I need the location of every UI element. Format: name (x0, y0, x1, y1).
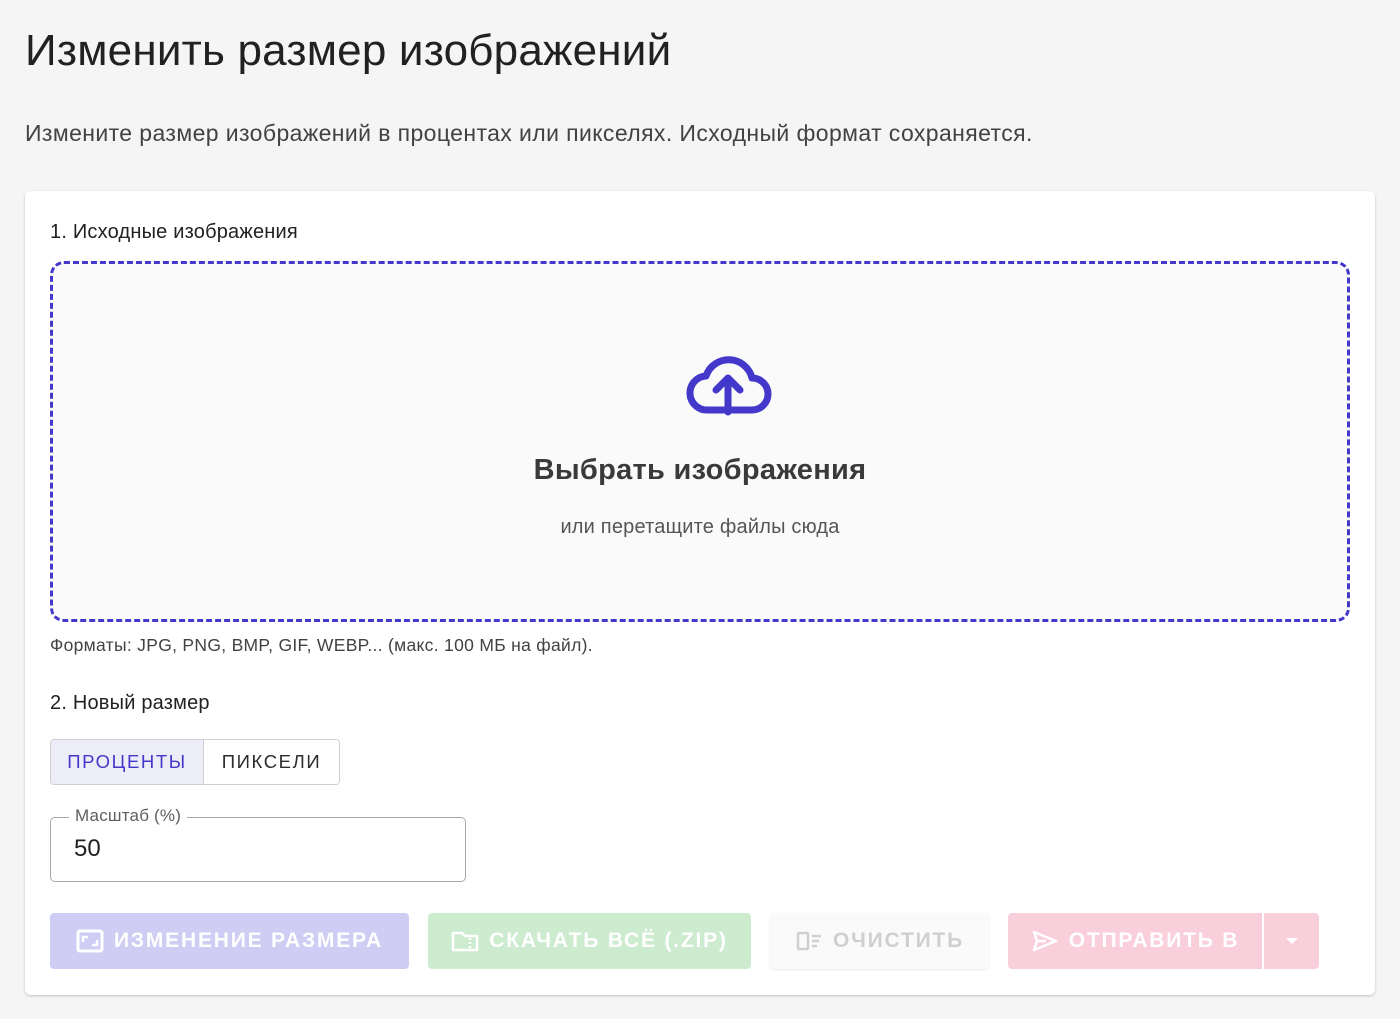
scale-field-label: Масштаб (%) (69, 806, 188, 826)
folder-zip-icon (452, 931, 479, 952)
size-mode-toggle: ПРОЦЕНТЫ ПИКСЕЛИ (50, 739, 340, 785)
caret-down-icon (1285, 938, 1298, 944)
image-dropzone[interactable]: Выбрать изображения или перетащите файлы… (50, 261, 1350, 622)
resize-button[interactable]: ИЗМЕНЕНИЕ РАЗМЕРА (50, 913, 409, 969)
cloud-upload-icon (686, 356, 772, 416)
download-zip-label: СКАЧАТЬ ВСЁ (.ZIP) (489, 929, 728, 952)
send-icon (1032, 930, 1057, 952)
scale-field[interactable]: Масштаб (%) 50 (50, 806, 466, 882)
resize-card: 1. Исходные изображения Выбрать изображе… (25, 191, 1375, 995)
download-zip-button[interactable]: СКАЧАТЬ ВСЁ (.ZIP) (428, 913, 751, 969)
formats-note: Форматы: JPG, PNG, BMP, GIF, WEBP... (ма… (50, 635, 593, 655)
page-title: Изменить размер изображений (25, 26, 672, 75)
clear-list-icon (796, 931, 821, 951)
send-to-menu-button[interactable] (1263, 913, 1319, 969)
send-to-button[interactable]: ОТПРАВИТЬ В (1008, 913, 1262, 969)
mode-pixels-button[interactable]: ПИКСЕЛИ (204, 740, 339, 784)
page-subtitle: Измените размер изображений в процентах … (25, 120, 1033, 146)
section-title-source: 1. Исходные изображения (50, 221, 298, 243)
dropzone-subtitle: или перетащите файлы сюда (560, 516, 840, 538)
clear-button[interactable]: ОЧИСТИТЬ (770, 913, 989, 969)
scale-input[interactable]: 50 (74, 835, 101, 863)
page: Изменить размер изображений Измените раз… (0, 0, 1400, 1019)
send-to-label: ОТПРАВИТЬ В (1068, 929, 1240, 952)
dropzone-title: Выбрать изображения (533, 454, 867, 486)
resize-button-label: ИЗМЕНЕНИЕ РАЗМЕРА (114, 929, 383, 952)
mode-percent-button[interactable]: ПРОЦЕНТЫ (51, 740, 204, 784)
section-title-size: 2. Новый размер (50, 692, 210, 714)
clear-button-label: ОЧИСТИТЬ (832, 929, 965, 952)
aspect-ratio-icon (76, 929, 104, 953)
